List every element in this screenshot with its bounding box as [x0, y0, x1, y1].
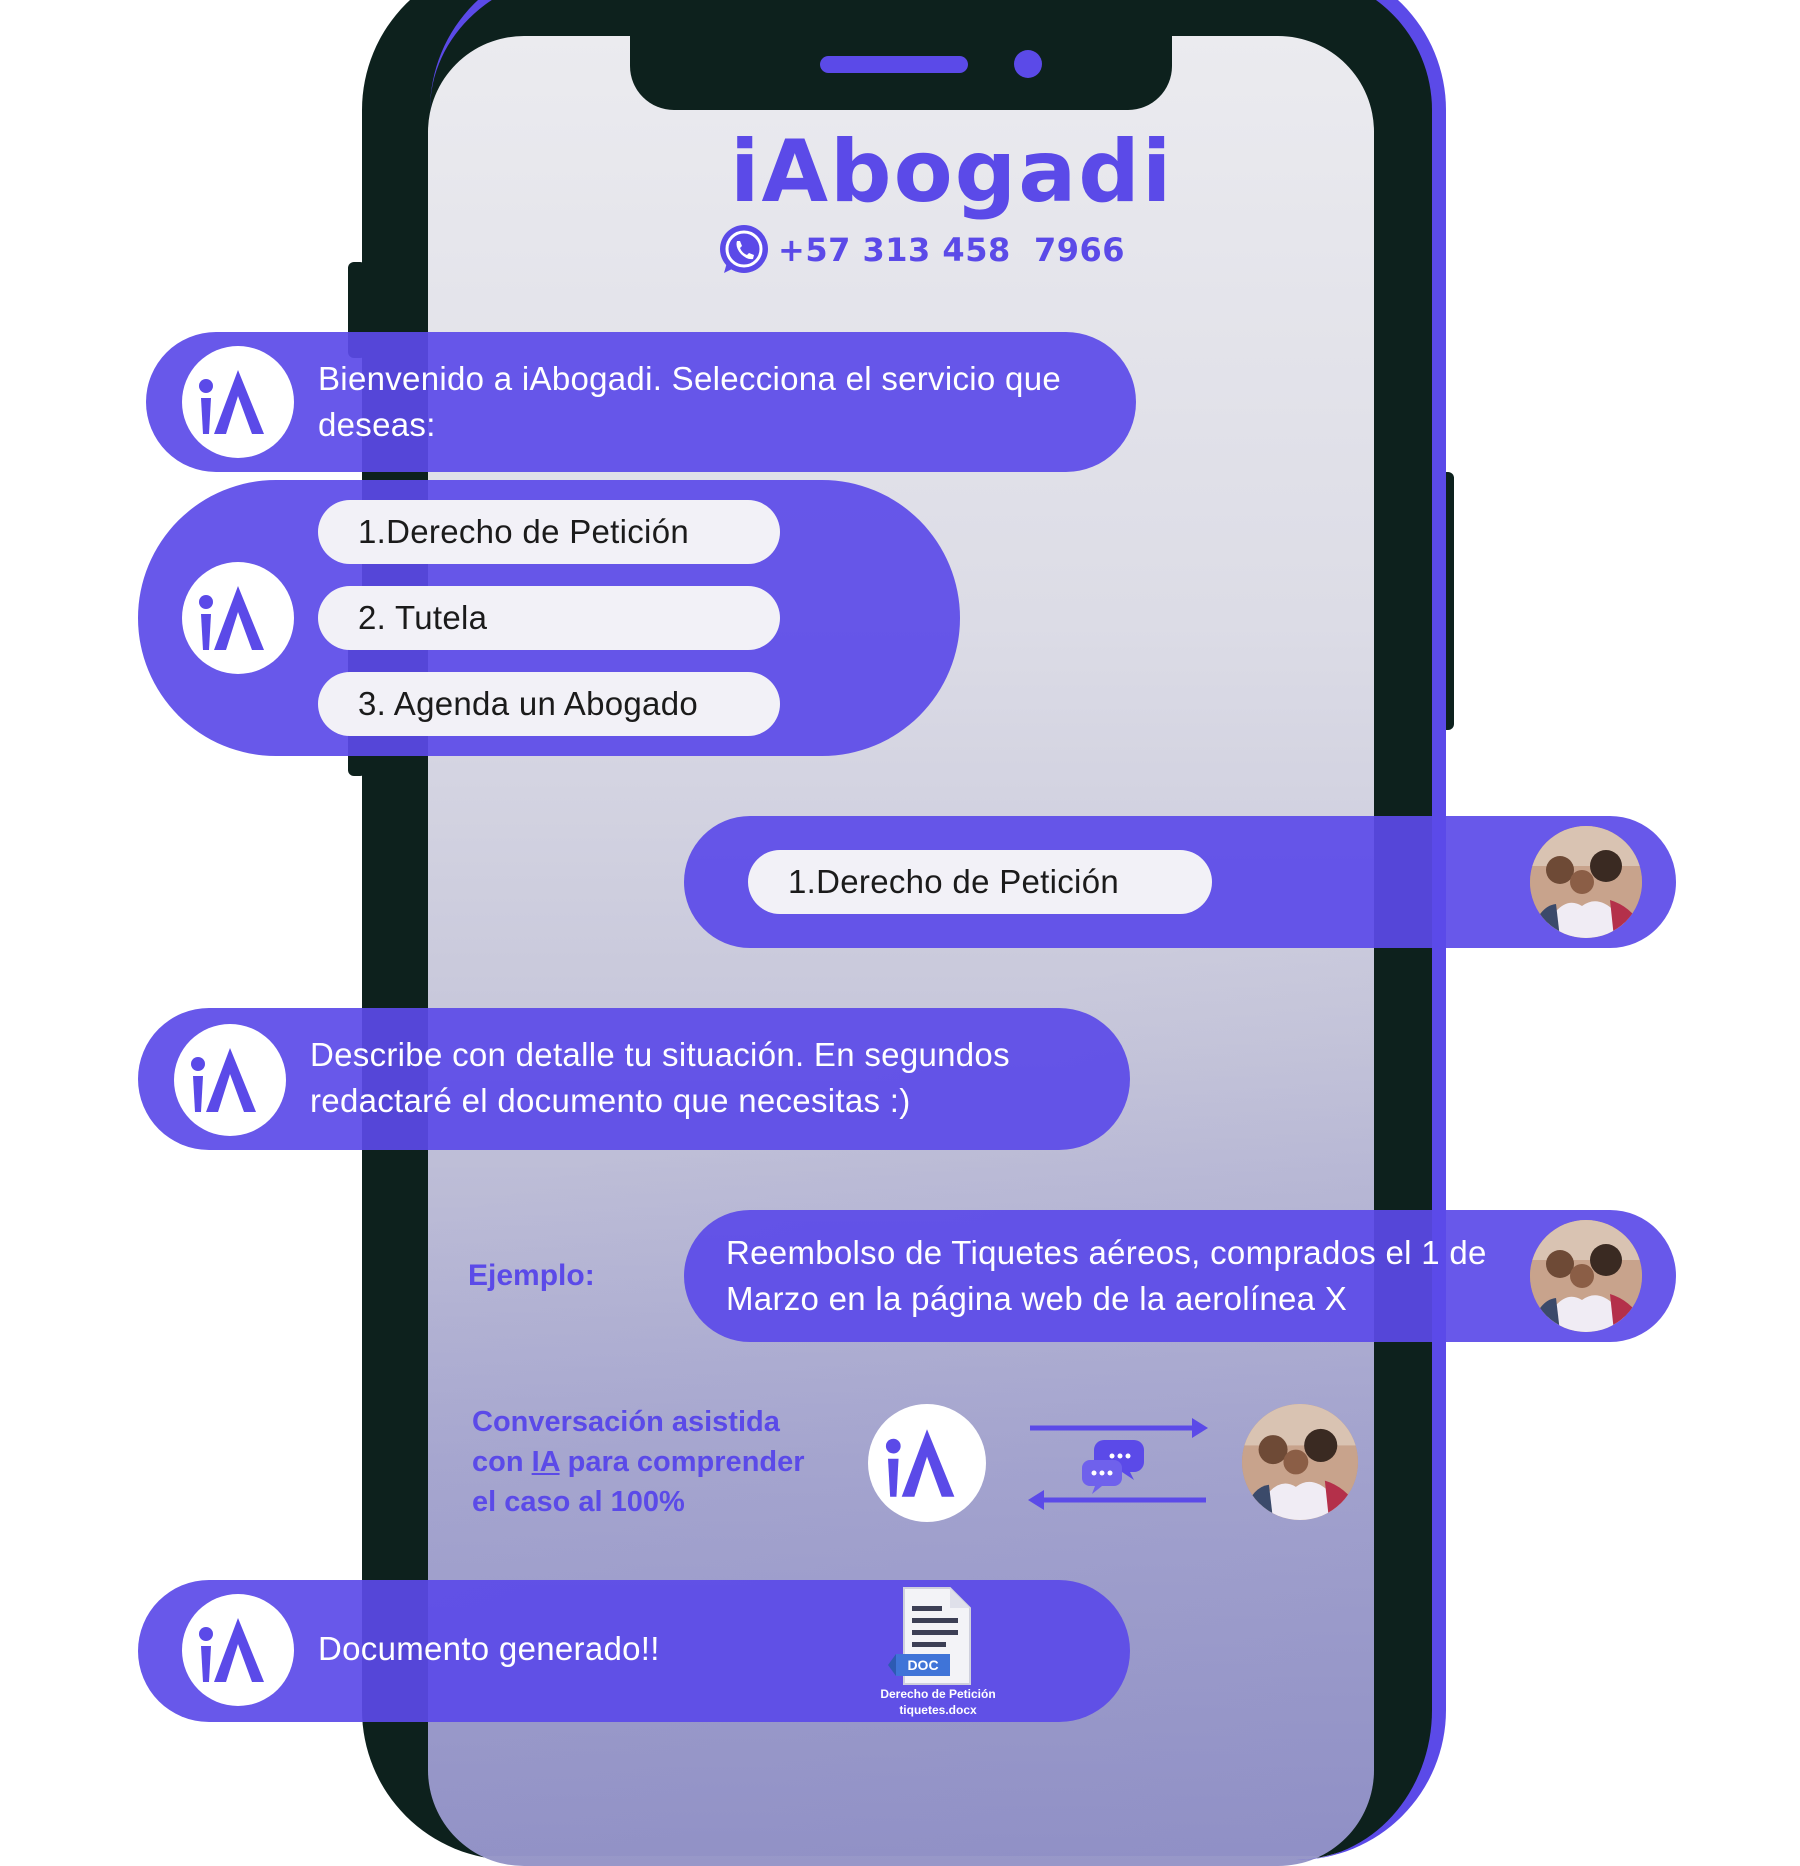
ia-logo-icon: [885, 1429, 955, 1497]
ia-logo-icon: [199, 370, 264, 434]
ia-logo-icon: [199, 586, 264, 650]
option-derecho-peticion[interactable]: 1.Derecho de Petición: [318, 500, 780, 564]
app-logo: iAbogadi: [730, 122, 1174, 222]
contact-line[interactable]: +57 313 458 7966: [716, 222, 1125, 278]
bot-avatar: [182, 562, 294, 674]
example-label: Ejemplo:: [468, 1259, 595, 1292]
family-photo-icon: [1530, 1220, 1642, 1332]
ia-logo-icon: [191, 1048, 256, 1112]
user-avatar-large: [1242, 1404, 1358, 1520]
user-avatar: [1530, 1220, 1642, 1332]
bot-avatar-large: [868, 1404, 986, 1522]
whatsapp-icon: [720, 225, 768, 273]
user-message-choice: 1.Derecho de Petición: [684, 816, 1676, 948]
bot-avatar: [182, 1594, 294, 1706]
chat-bubbles-icon: [1082, 1440, 1144, 1494]
welcome-text: Bienvenido a iAbogadi. Selecciona el ser…: [318, 360, 1062, 443]
doc-file-icon[interactable]: DOC: [882, 1586, 978, 1688]
family-photo-icon: [1530, 826, 1642, 938]
example-text: Reembolso de Tiquetes aéreos, comprados …: [726, 1234, 1487, 1317]
bot-avatar: [174, 1024, 286, 1136]
generated-text: Documento generado!!: [318, 1630, 660, 1667]
whatsapp-number[interactable]: +57 313 458 7966: [778, 231, 1125, 269]
family-photo-icon: [1242, 1404, 1358, 1520]
phone-side-button-right: [1436, 472, 1454, 730]
bot-avatar: [182, 346, 294, 458]
phone-camera: [1014, 50, 1042, 78]
option-agenda-abogado[interactable]: 3. Agenda un Abogado: [318, 672, 780, 736]
user-avatar: [1530, 826, 1642, 938]
doc-file-name[interactable]: Derecho de Petición tiquetes.docx: [850, 1686, 1026, 1718]
describe-text: Describe con detalle tu situación. En se…: [310, 1036, 1010, 1119]
option-tutela[interactable]: 2. Tutela: [318, 586, 780, 650]
assisted-caption: Conversación asistida con IA para compre…: [472, 1406, 805, 1518]
ia-logo-icon: [199, 1618, 264, 1682]
bot-message-describe: Describe con detalle tu situación. En se…: [138, 1008, 1130, 1150]
user-message-example: Reembolso de Tiquetes aéreos, comprados …: [684, 1210, 1676, 1342]
bot-message-welcome: Bienvenido a iAbogadi. Selecciona el ser…: [146, 332, 1136, 472]
bot-message-options: 1.Derecho de Petición 2. Tutela 3. Agend…: [138, 480, 960, 756]
doc-badge: DOC: [907, 1657, 939, 1673]
selected-option[interactable]: 1.Derecho de Petición: [748, 850, 1212, 914]
phone-speaker: [820, 56, 968, 73]
